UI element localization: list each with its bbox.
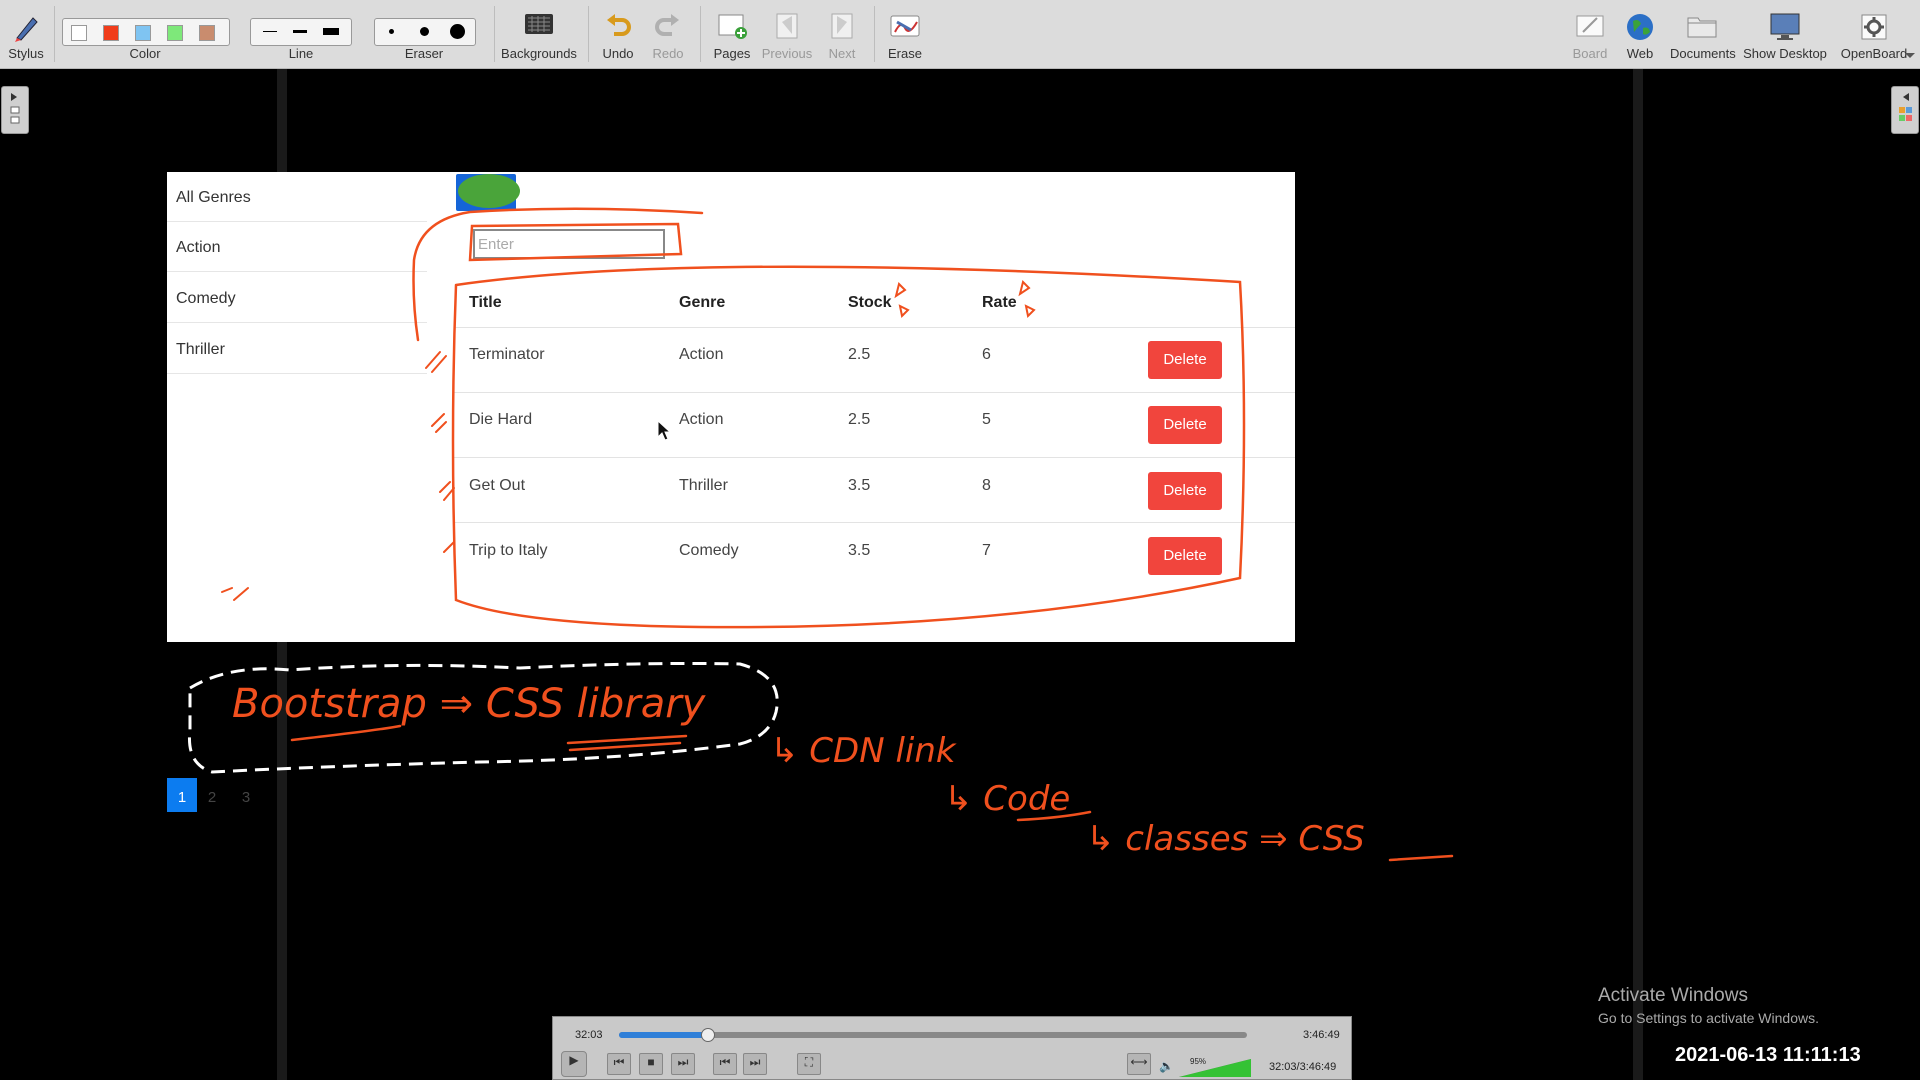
stop-button[interactable]: ■ [639, 1053, 663, 1075]
seek-bar[interactable] [619, 1028, 1247, 1042]
previous-track-icon: ⏮ [719, 1055, 731, 1069]
recording-timestamp: 2021-06-13 11:11:13 [1675, 1044, 1861, 1066]
previous-track-button[interactable]: ⏮ [713, 1053, 737, 1075]
activate-windows-subtitle: Go to Settings to activate Windows. [1598, 1010, 1819, 1026]
play-button[interactable]: ▶ [561, 1051, 587, 1077]
activate-windows-title: Activate Windows [1598, 985, 1748, 1006]
fast-forward-button[interactable]: ⏭ [671, 1053, 695, 1075]
media-player-bar: 32:03 3:46:49 ▶ ⏮ ■ ⏭ ⏮ ⏭ ⛶ ⟷ 🔈 95% 32:0… [552, 1016, 1352, 1080]
play-icon: ▶ [569, 1053, 579, 1067]
aspect-icon: ⟷ [1130, 1055, 1148, 1069]
fast-forward-icon: ⏭ [677, 1055, 689, 1069]
ink-stroke [290, 724, 402, 742]
aspect-button[interactable]: ⟷ [1127, 1053, 1151, 1075]
stop-icon: ■ [647, 1055, 655, 1069]
ink-stroke [451, 265, 1246, 629]
volume-slider[interactable] [1177, 1055, 1253, 1079]
ink-note-classes: ↳ classes ⇒ CSS [1086, 819, 1365, 859]
elapsed-time: 32:03 [575, 1029, 603, 1041]
ink-stroke [894, 280, 1036, 319]
position-readout: 32:03/3:46:49 [1269, 1061, 1337, 1073]
next-track-icon: ⏭ [749, 1055, 761, 1069]
ink-annotations-layer: Bootstrap ⇒ CSS library ↳ CDN link ↳ Cod… [187, 207, 1454, 862]
total-time: 3:46:49 [1303, 1029, 1340, 1041]
ink-stroke [1388, 854, 1454, 862]
ink-stroke [468, 222, 683, 262]
rewind-icon: ⏮ [613, 1055, 625, 1069]
fullscreen-icon: ⛶ [804, 1055, 814, 1069]
ink-stroke [566, 734, 688, 752]
ink-note-bootstrap: Bootstrap ⇒ CSS library [232, 681, 707, 727]
volume-icon[interactable]: 🔈 [1159, 1059, 1174, 1073]
rewind-button[interactable]: ⏮ [607, 1053, 631, 1075]
ink-note-code: ↳ Code [944, 779, 1070, 819]
ink-note-cdn: ↳ CDN link [770, 731, 957, 771]
next-track-button[interactable]: ⏭ [743, 1053, 767, 1075]
ink-stroke [221, 351, 455, 601]
fullscreen-button[interactable]: ⛶ [797, 1053, 821, 1075]
